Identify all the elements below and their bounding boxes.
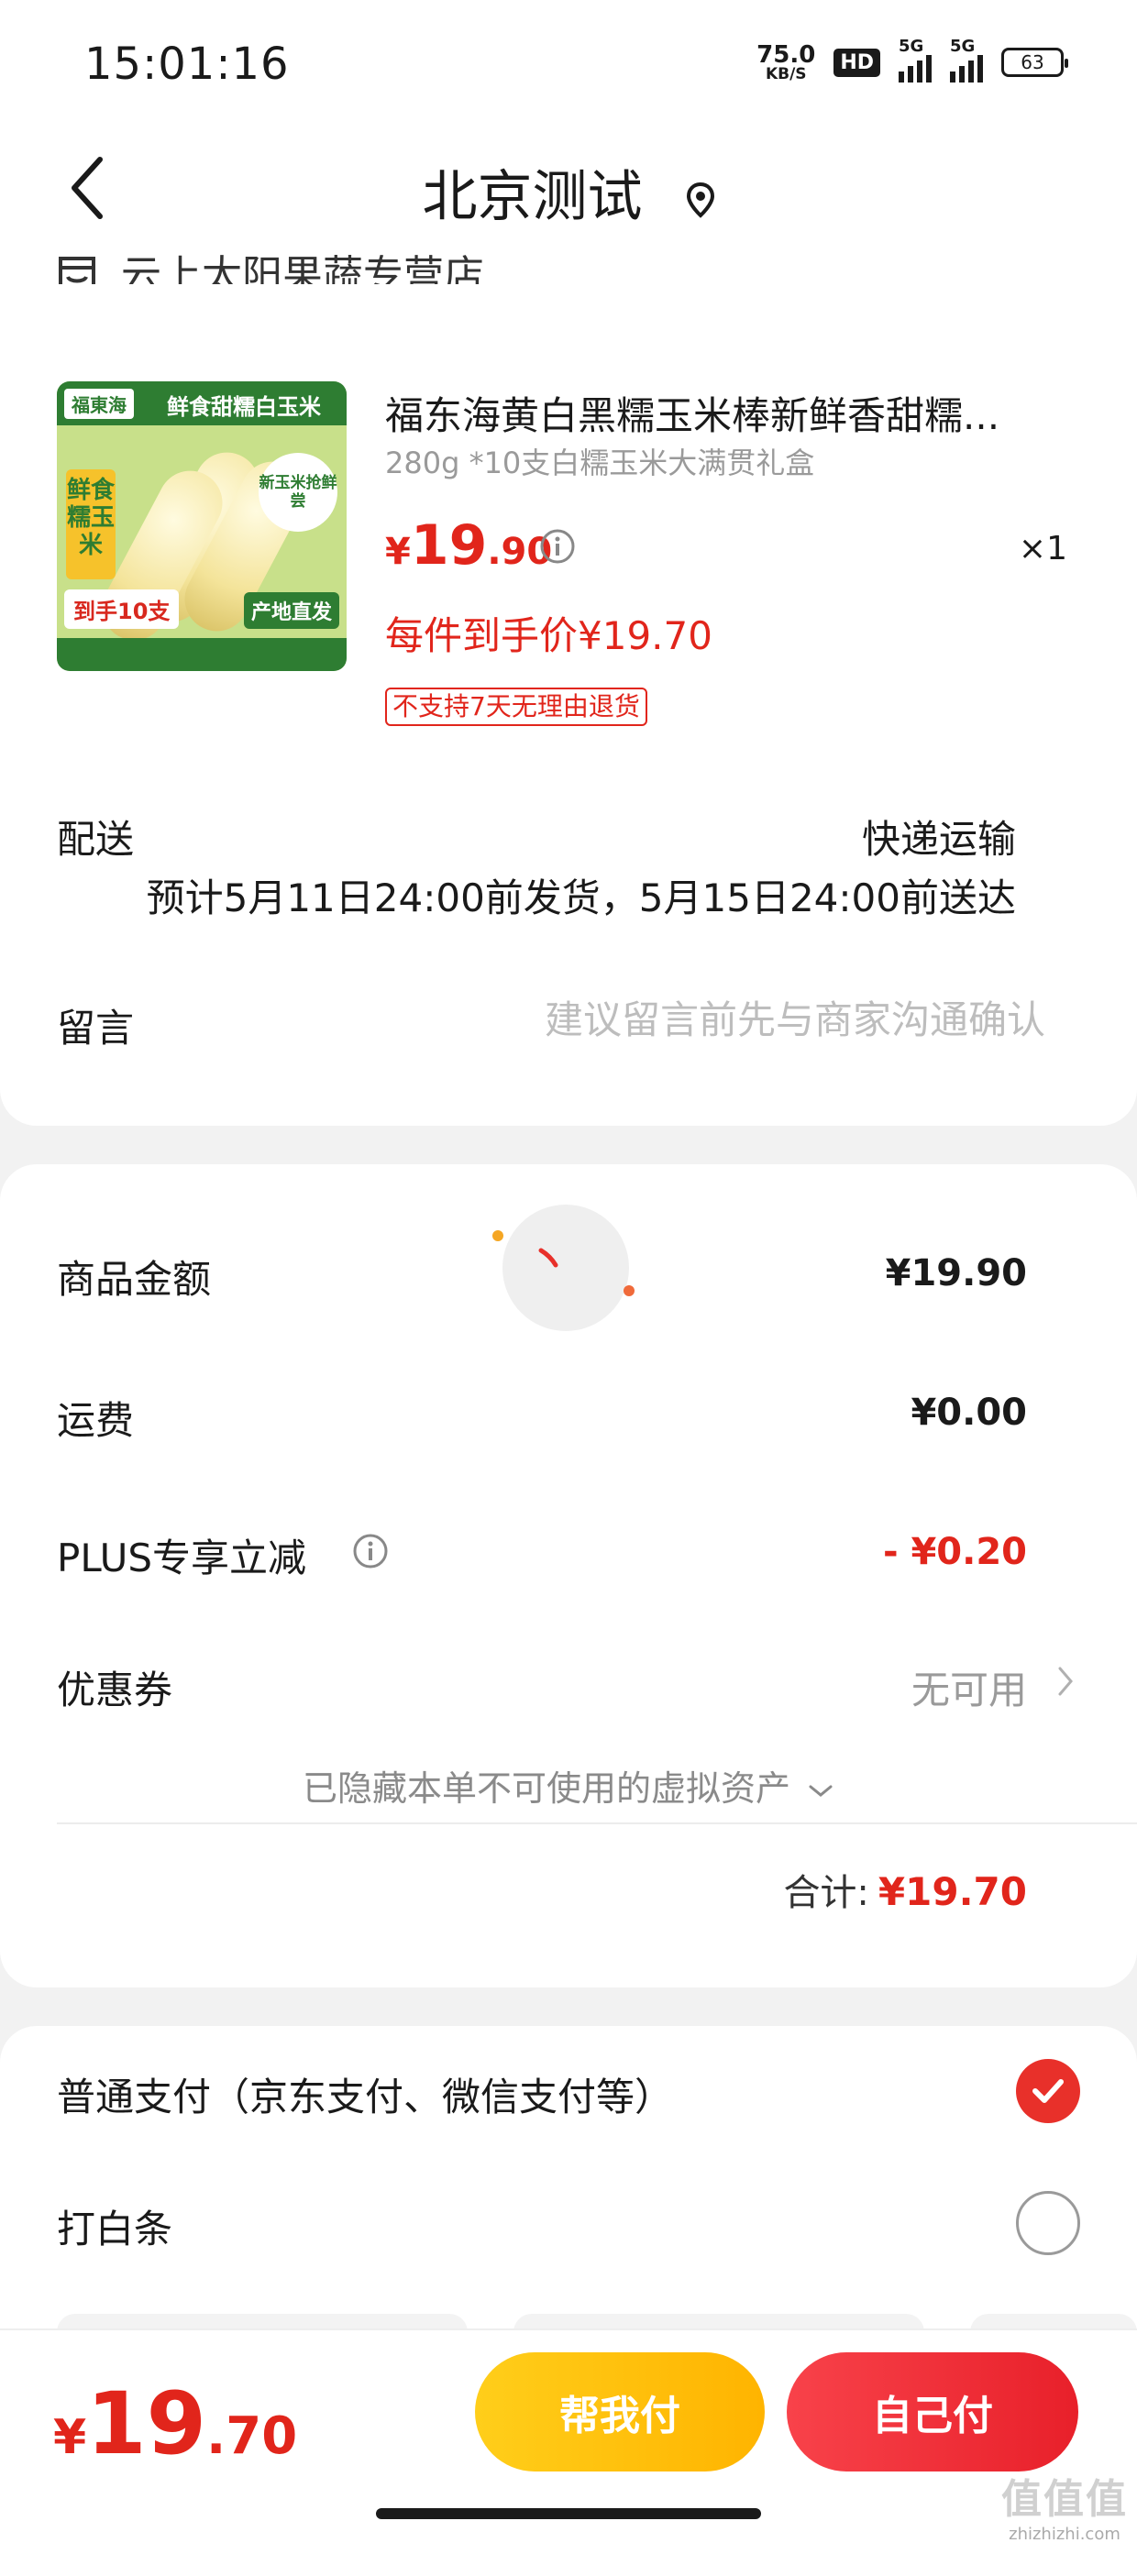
bottom-price-currency: ¥ — [53, 2410, 87, 2465]
bottom-price-decimal: .70 — [206, 2406, 298, 2466]
price-integer: 19 — [410, 513, 488, 578]
product-image-footer — [57, 638, 347, 671]
signal-icon: 5G — [899, 37, 932, 83]
product-quantity: ×1 — [1018, 530, 1067, 567]
plus-discount-label: PLUS专享立减 — [57, 1536, 307, 1580]
message-input[interactable] — [422, 992, 1045, 1047]
network-speed-value: 75.0 — [756, 40, 816, 69]
hd-voice-icon: HD — [833, 48, 880, 77]
product-image-headline: 鲜食甜糯白玉米 — [167, 394, 321, 420]
goods-amount-value: ¥19.90 — [885, 1252, 1027, 1294]
chevron-right-icon[interactable] — [1056, 1663, 1075, 1703]
signal-label: 5G — [899, 37, 924, 56]
status-time: 15:01:16 — [84, 39, 290, 90]
divider — [57, 1822, 1137, 1824]
payment-option-normal[interactable]: 普通支付（京东支付、微信支付等） — [57, 2066, 673, 2122]
hidden-assets-toggle[interactable]: 已隐藏本单不可使用的虚拟资产 — [0, 1760, 1137, 1811]
help-pay-button[interactable]: 帮我付 — [475, 2352, 765, 2471]
member-price: 每件到手价¥19.70 — [385, 613, 712, 658]
bottom-bar: ¥ 19 .70 帮我付 自己付 — [0, 2328, 1137, 2492]
info-icon[interactable] — [352, 1533, 389, 1573]
product-image-origin: 产地直发 — [243, 592, 339, 629]
total-value: ¥19.70 — [878, 1869, 1027, 1914]
bottom-total-price: ¥ 19 .70 — [53, 2374, 297, 2474]
delivery-label: 配送 — [57, 817, 135, 862]
payment-option-baitiao[interactable]: 打白条 — [57, 2198, 172, 2254]
freight-value: ¥0.00 — [911, 1392, 1027, 1434]
product-price: ¥ 19 .90 — [385, 513, 552, 578]
self-pay-button[interactable]: 自己付 — [787, 2352, 1078, 2471]
product-image-side: 鲜食糯玉米 — [66, 469, 116, 579]
bottom-price-integer: 19 — [86, 2374, 206, 2474]
hidden-assets-text: 已隐藏本单不可使用的虚拟资产 — [302, 1768, 790, 1809]
coupon-value[interactable]: 无可用 — [911, 1659, 1027, 1715]
product-image-brand: 福東海 — [64, 389, 134, 419]
product-title[interactable]: 福东海黄白黑糯玉米棒新鲜香甜糯... — [385, 385, 1045, 441]
location-pin-icon — [686, 168, 715, 232]
store-name: 云上太阳果蔬专营店 — [121, 252, 484, 284]
freight-label: 运费 — [57, 1398, 135, 1443]
page-title[interactable]: 北京测试 — [0, 152, 1137, 232]
store-row[interactable]: 云上太阳果蔬专营店 — [57, 248, 699, 284]
battery-icon: 63 — [1001, 48, 1068, 77]
delivery-estimate[interactable]: 预计5月11日24:00前发货，5月15日24:00前送达 — [147, 867, 1016, 923]
goods-amount-label: 商品金额 — [57, 1257, 212, 1302]
header: 北京测试 — [0, 128, 1137, 248]
delivery-type[interactable]: 快递运输 — [862, 809, 1016, 864]
chevron-down-icon — [801, 1768, 834, 1809]
total-row: 合计: ¥19.70 — [783, 1863, 1027, 1916]
payment-normal-radio[interactable] — [1016, 2059, 1080, 2123]
network-speed: 75.0 KB/S — [756, 43, 815, 83]
total-label: 合计: — [783, 1872, 869, 1914]
product-image-badge: 新玉米抢鲜尝 — [259, 453, 337, 532]
coupon-label: 优惠券 — [57, 1668, 173, 1712]
message-label: 留言 — [57, 1006, 135, 1051]
home-indicator[interactable] — [376, 2508, 761, 2519]
network-speed-unit: KB/S — [765, 64, 807, 83]
amount-card: 商品金额 ¥19.90 运费 ¥0.00 PLUS专享立减 - ¥0.20 优惠… — [0, 1164, 1137, 1987]
product-image[interactable]: 福東海 鲜食甜糯白玉米 鲜食糯玉米 新玉米抢鲜尝 到手10支 产地直发 — [57, 381, 347, 671]
product-image-count: 到手10支 — [64, 589, 180, 629]
payment-baitiao-radio[interactable] — [1016, 2191, 1080, 2255]
product-spec: 280g *10支白糯玉米大满贯礼盒 — [385, 446, 815, 480]
battery-level: 63 — [1021, 51, 1044, 73]
store-icon — [57, 255, 97, 284]
watermark: 值值值 zhizhizhi.com — [1001, 2466, 1128, 2544]
status-icons: 75.0 KB/S HD 5G 5G 63 — [756, 37, 1068, 83]
gesture-area — [0, 2490, 1137, 2541]
watermark-logo: 值值值 — [1001, 2476, 1128, 2523]
loading-spinner — [492, 1205, 635, 1331]
price-currency: ¥ — [385, 531, 411, 573]
info-icon[interactable] — [539, 528, 576, 568]
signal-label: 5G — [950, 37, 976, 56]
checkmark-icon — [1032, 2079, 1064, 2103]
return-policy-tag: 不支持7天无理由退货 — [385, 688, 647, 726]
plus-discount-value: - ¥0.20 — [882, 1531, 1027, 1573]
signal-icon: 5G — [950, 37, 983, 83]
product-card: 云上太阳果蔬专营店 福東海 鲜食甜糯白玉米 鲜食糯玉米 新玉米抢鲜尝 到手10支… — [0, 248, 1137, 1126]
status-bar: 15:01:16 75.0 KB/S HD 5G 5G 63 — [0, 0, 1137, 128]
page-title-text: 北京测试 — [422, 165, 643, 229]
